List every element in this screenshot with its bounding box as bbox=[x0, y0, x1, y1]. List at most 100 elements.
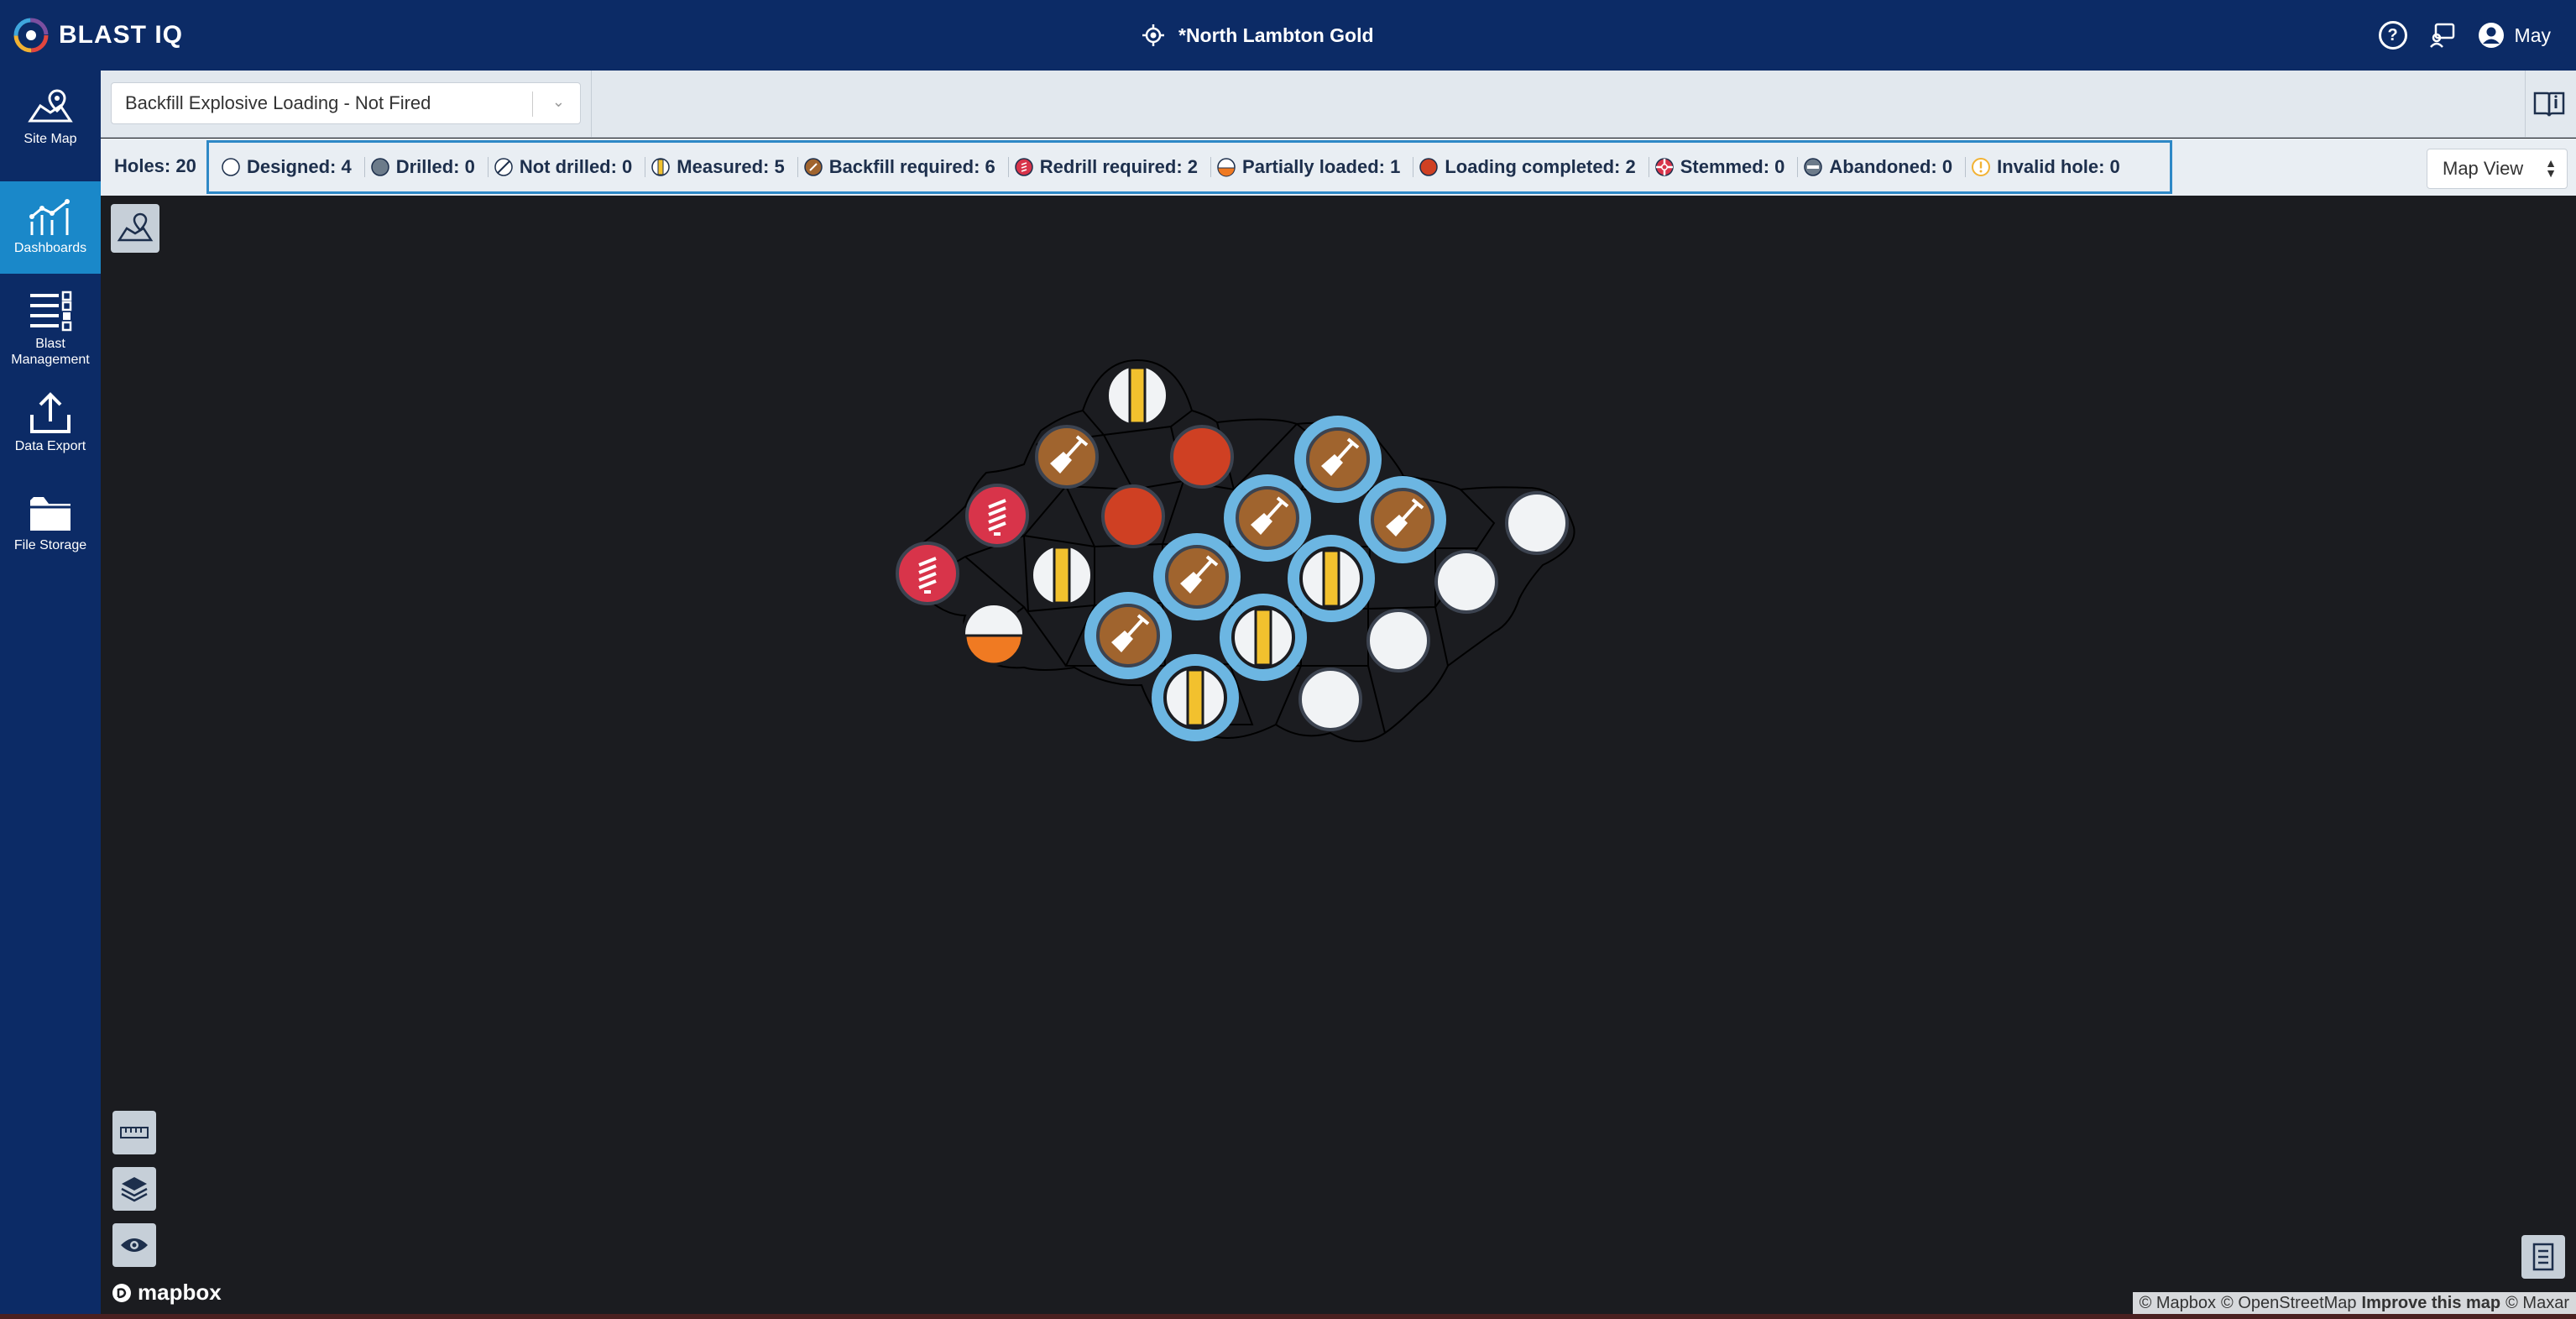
stat-invalid-hole[interactable]: Invalid hole: 0 bbox=[1966, 150, 2134, 184]
stat-backfill-required[interactable]: Backfill required: 6 bbox=[798, 150, 1009, 184]
stat-stemmed[interactable]: Stemmed: 0 bbox=[1649, 150, 1799, 184]
partially-loaded-icon bbox=[1217, 158, 1236, 177]
user-menu[interactable]: May bbox=[2478, 22, 2551, 49]
improve-map-link[interactable]: Improve this map bbox=[2362, 1294, 2501, 1313]
user-name: May bbox=[2514, 24, 2551, 46]
map-view-value: Map View bbox=[2443, 158, 2524, 179]
blast-hole-designed[interactable] bbox=[1298, 667, 1362, 731]
stat-label: Abandoned: 0 bbox=[1829, 156, 1953, 177]
site-name: *North Lambton Gold bbox=[1178, 24, 1374, 46]
sidebar-item-label: Data Export bbox=[14, 439, 86, 453]
help-icon[interactable]: ? bbox=[2378, 21, 2407, 50]
holes-total: Holes: 20 bbox=[114, 155, 196, 176]
stat-label: Not drilled: 0 bbox=[519, 156, 633, 177]
mapbox-logo-text: mapbox bbox=[138, 1280, 222, 1305]
eye-icon bbox=[121, 1238, 148, 1252]
blast-cell-edge bbox=[1434, 606, 1449, 667]
map-view-select[interactable]: Map View ▲ ▼ bbox=[2427, 149, 2568, 189]
map-canvas[interactable]: mapbox © Mapbox © OpenStreetMap Improve … bbox=[101, 196, 2576, 1314]
sidebar-item-label: Blast Management bbox=[11, 337, 90, 367]
sidebar-item-label: Site Map bbox=[24, 132, 77, 146]
invalid-hole-icon bbox=[1972, 158, 1991, 176]
attribution-mapbox[interactable]: © Mapbox bbox=[2140, 1294, 2216, 1313]
ruler-icon bbox=[120, 1127, 149, 1138]
sidebar-item-file-storage[interactable]: File Storage bbox=[0, 490, 101, 574]
blast-hole-measured[interactable] bbox=[1030, 543, 1094, 607]
map-pin-icon bbox=[28, 89, 73, 123]
bottom-edge bbox=[0, 1314, 2576, 1319]
list-icon bbox=[30, 290, 72, 332]
locate-icon bbox=[1142, 24, 1164, 46]
stat-loading-completed[interactable]: Loading completed: 2 bbox=[1413, 150, 1650, 184]
legend-book-icon[interactable] bbox=[2531, 86, 2568, 123]
blast-hole-backfill[interactable] bbox=[1224, 474, 1311, 562]
loading-completed-icon bbox=[1419, 158, 1439, 176]
blast-hole-measured[interactable] bbox=[1152, 654, 1239, 741]
status-summary: Designed: 4 Drilled: 0 Not drilled: 0 Me… bbox=[206, 140, 2172, 194]
mapbox-logo[interactable]: mapbox bbox=[111, 1280, 222, 1306]
stat-label: Invalid hole: 0 bbox=[1997, 156, 2120, 177]
backfill-required-icon bbox=[803, 158, 823, 176]
blast-hole-backfill[interactable] bbox=[1084, 592, 1172, 679]
blast-hole-measured[interactable] bbox=[1288, 535, 1375, 622]
blast-pattern bbox=[896, 359, 1575, 742]
blast-hole-measured[interactable] bbox=[1105, 364, 1169, 427]
blast-hole-designed[interactable] bbox=[1366, 609, 1430, 673]
stat-label: Backfill required: 6 bbox=[828, 156, 995, 177]
dashboard-chart-icon bbox=[29, 199, 70, 235]
stat-drilled[interactable]: Drilled: 0 bbox=[365, 150, 489, 184]
folder-icon bbox=[30, 497, 71, 531]
visibility-button[interactable] bbox=[112, 1223, 156, 1267]
measure-ruler-button[interactable] bbox=[112, 1111, 156, 1154]
blast-cell-edge bbox=[1023, 606, 1067, 667]
blast-hole-redrill[interactable] bbox=[965, 484, 1029, 547]
sidebar-item-blast-management[interactable]: Blast Management bbox=[0, 284, 101, 376]
brand-name: BLAST IQ bbox=[59, 21, 183, 49]
blast-hole-designed[interactable] bbox=[1505, 491, 1569, 555]
blast-hole-designed[interactable] bbox=[1434, 550, 1498, 614]
app-logo[interactable]: BLAST IQ bbox=[12, 15, 196, 55]
hole-status-bar: Holes: 20 Designed: 4 Drilled: 0 Not dri… bbox=[101, 139, 2576, 196]
blast-hole-backfill[interactable] bbox=[1153, 533, 1241, 620]
drilled-icon bbox=[370, 158, 389, 176]
support-chat-icon[interactable] bbox=[2429, 22, 2456, 49]
blast-hole-backfill[interactable] bbox=[1359, 476, 1446, 563]
sidebar-item-data-export[interactable]: Data Export bbox=[0, 391, 101, 475]
stemmed-icon bbox=[1654, 158, 1674, 176]
sidebar-item-site-map[interactable]: Site Map bbox=[0, 87, 101, 171]
blast-hole-partially-loaded[interactable] bbox=[962, 602, 1026, 666]
stat-label: Redrill required: 2 bbox=[1039, 156, 1199, 177]
stat-redrill-required[interactable]: Redrill required: 2 bbox=[1009, 150, 1212, 184]
blast-hole-loading-completed[interactable] bbox=[1101, 484, 1165, 548]
stat-not-drilled[interactable]: Not drilled: 0 bbox=[489, 150, 646, 184]
attribution-osm[interactable]: © OpenStreetMap bbox=[2221, 1294, 2356, 1313]
stat-partially-loaded[interactable]: Partially loaded: 1 bbox=[1211, 150, 1414, 184]
sidebar: Site Map Dashboards Blast Management Dat… bbox=[0, 71, 101, 1319]
stat-label: Measured: 5 bbox=[677, 156, 785, 177]
map-attribution: © Mapbox © OpenStreetMap Improve this ma… bbox=[2132, 1292, 2576, 1314]
not-drilled-icon bbox=[494, 158, 513, 176]
sidebar-item-dashboards[interactable]: Dashboards bbox=[0, 181, 101, 274]
stat-measured[interactable]: Measured: 5 bbox=[645, 150, 799, 184]
blast-hole-measured[interactable] bbox=[1220, 594, 1307, 681]
attribution-maxar[interactable]: © Maxar bbox=[2505, 1294, 2569, 1313]
redrill-required-icon bbox=[1015, 158, 1033, 176]
control-bar: Backfill Explosive Loading - Not Fired ⌄ bbox=[101, 71, 2576, 138]
toolbar-divider bbox=[591, 71, 592, 138]
stat-abandoned[interactable]: Abandoned: 0 bbox=[1798, 150, 1966, 184]
stat-designed[interactable]: Designed: 4 bbox=[216, 150, 365, 184]
blast-hole-redrill[interactable] bbox=[896, 542, 959, 605]
blast-hole-backfill[interactable] bbox=[1035, 425, 1099, 489]
blast-hole-backfill[interactable] bbox=[1294, 416, 1382, 503]
toolbar-divider bbox=[2525, 71, 2526, 138]
report-button[interactable] bbox=[2521, 1235, 2565, 1279]
blast-hole-loading-completed[interactable] bbox=[1170, 425, 1234, 489]
chevron-down-icon[interactable]: ⌄ bbox=[552, 93, 565, 111]
layers-button[interactable] bbox=[112, 1167, 156, 1211]
site-selector[interactable]: *North Lambton Gold bbox=[1142, 18, 1374, 52]
user-avatar-icon bbox=[2478, 23, 2504, 48]
stat-label: Designed: 4 bbox=[247, 156, 352, 177]
dashboard-view-value: Backfill Explosive Loading - Not Fired bbox=[125, 92, 431, 113]
dashboard-view-select[interactable]: Backfill Explosive Loading - Not Fired ⌄ bbox=[111, 82, 581, 124]
top-bar: BLAST IQ *North Lambton Gold ? May bbox=[0, 0, 2576, 71]
